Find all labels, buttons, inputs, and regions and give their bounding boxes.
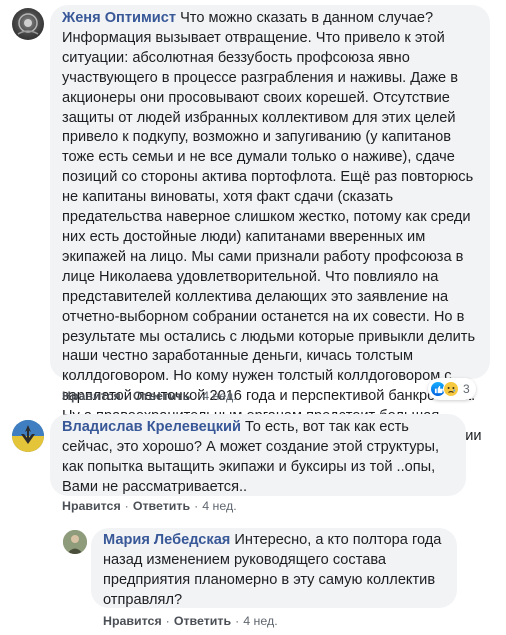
reply-button[interactable]: Ответить xyxy=(133,499,190,513)
like-button[interactable]: Нравится xyxy=(62,499,121,513)
comment-timestamp[interactable]: 4 нед. xyxy=(202,499,236,513)
like-button[interactable]: Нравится xyxy=(62,389,121,403)
comment-actions: Нравится · Ответить · 4 нед. xyxy=(62,498,237,514)
comment: Владислав Крелевецкий То есть, вот так к… xyxy=(0,410,506,520)
like-button[interactable]: Нравится xyxy=(103,614,162,628)
separator: · xyxy=(124,389,129,403)
separator: · xyxy=(235,614,240,628)
separator: · xyxy=(194,499,199,513)
separator: · xyxy=(165,614,170,628)
reactions-summary[interactable]: 3 xyxy=(428,378,476,400)
comment-actions: Нравится · Ответить · 4 нед. xyxy=(62,388,237,404)
sad-icon xyxy=(443,381,459,397)
comment-timestamp[interactable]: 4 нед. xyxy=(202,389,236,403)
separator: · xyxy=(124,499,129,513)
comment-timestamp[interactable]: 4 нед. xyxy=(243,614,277,628)
comment-author[interactable]: Мария Лебедская xyxy=(103,532,230,548)
reaction-count: 3 xyxy=(463,382,470,396)
separator: · xyxy=(194,389,199,403)
comment: Женя Оптимист Что можно сказать в данном… xyxy=(0,0,506,464)
reply-comment: Мария Лебедская Интересно, а кто полтора… xyxy=(0,520,506,635)
avatar[interactable] xyxy=(12,420,44,452)
comment-author[interactable]: Женя Оптимист xyxy=(62,10,176,26)
avatar[interactable] xyxy=(63,530,87,554)
comment-actions: Нравится · Ответить · 4 нед. xyxy=(103,613,278,629)
comment-author[interactable]: Владислав Крелевецкий xyxy=(62,419,241,435)
reply-button[interactable]: Ответить xyxy=(174,614,231,628)
avatar[interactable] xyxy=(12,8,44,40)
reply-button[interactable]: Ответить xyxy=(133,389,190,403)
